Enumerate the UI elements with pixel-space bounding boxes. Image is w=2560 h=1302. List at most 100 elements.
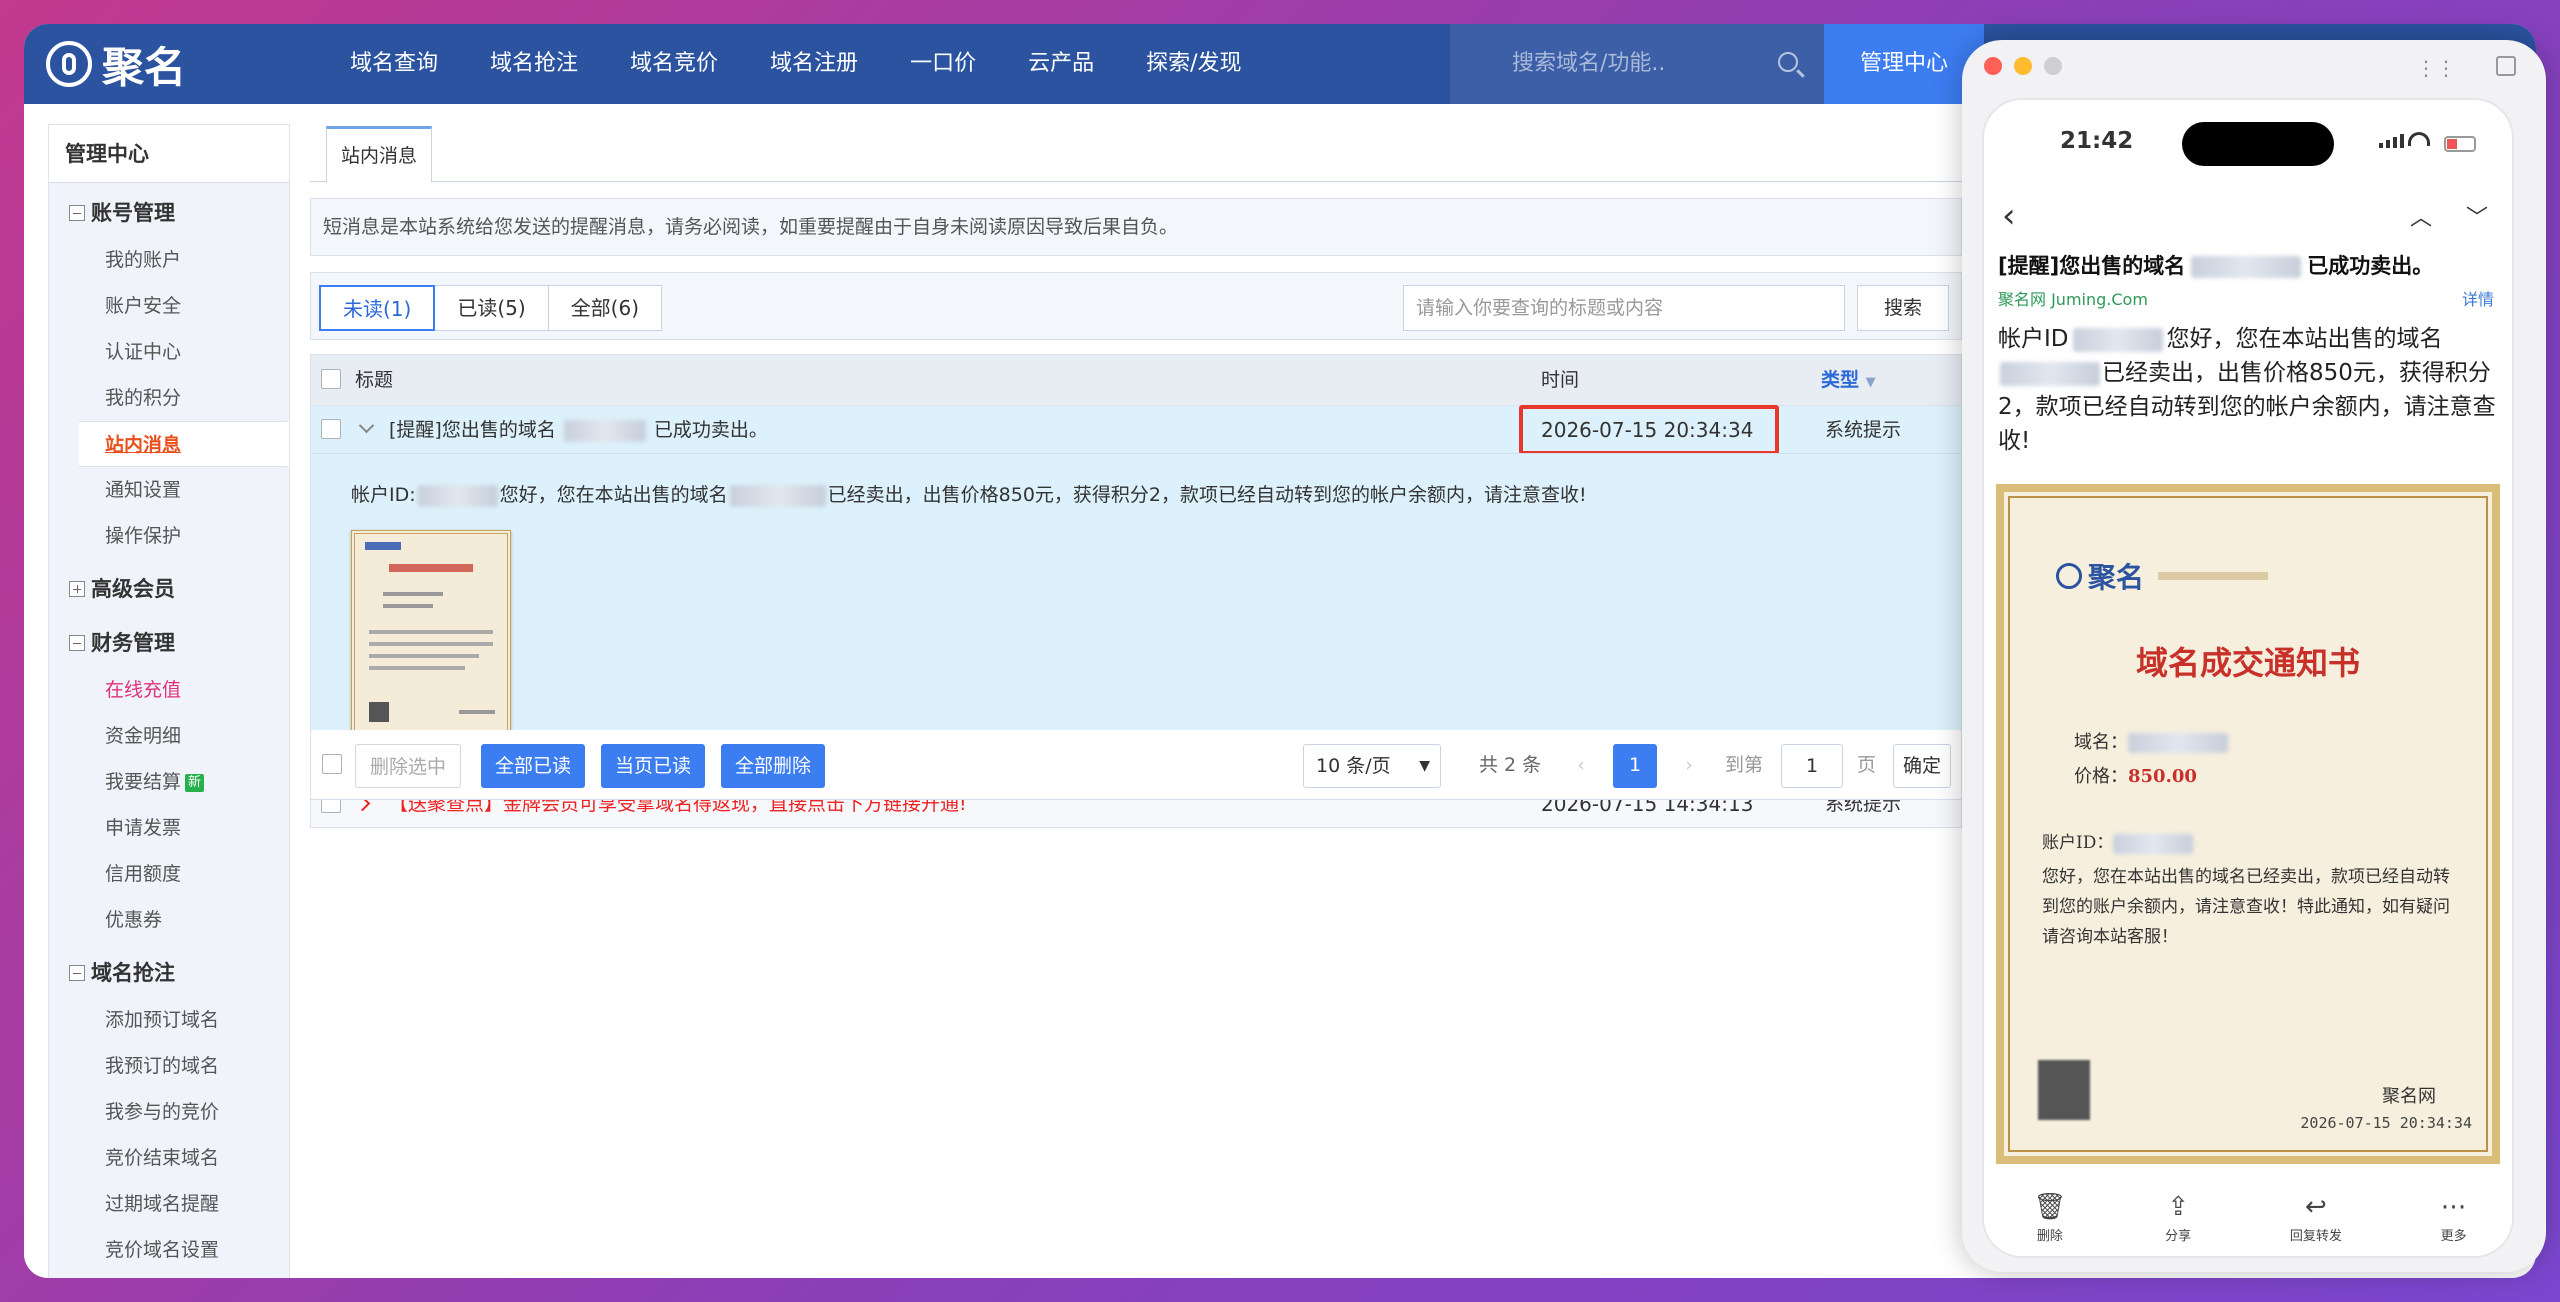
sidebar-toggle-icon[interactable] [2496, 56, 2516, 76]
sidebar-group-snapping[interactable]: 域名抢注 [49, 949, 289, 997]
thumb-line [383, 604, 433, 608]
sidebar-item-credit[interactable]: 信用额度 [49, 851, 289, 897]
sidebar-item-my-account[interactable]: 我的账户 [49, 237, 289, 283]
goto-page-input[interactable]: 1 [1781, 744, 1843, 788]
sidebar-item-add-reservation[interactable]: 添加预订域名 [49, 997, 289, 1043]
nav-item-cloud[interactable]: 云产品 [1002, 24, 1120, 104]
mail-detail-link[interactable]: 详情 [2462, 286, 2494, 310]
sidebar-item-my-bids[interactable]: 我参与的竞价 [49, 1089, 289, 1135]
sidebar-group-finance[interactable]: 财务管理 [49, 619, 289, 667]
grid-icon[interactable]: ⋮⋮ [2416, 56, 2456, 80]
goto-confirm-button[interactable]: 确定 [1893, 744, 1951, 788]
sidebar-item-fund-details[interactable]: 资金明细 [49, 713, 289, 759]
nav-search-placeholder: 搜索域名/功能.. [1512, 51, 1666, 76]
mark-all-read-button[interactable]: 全部已读 [481, 744, 586, 788]
prev-page-icon[interactable]: ‹ [1565, 744, 1597, 788]
manage-center-button[interactable]: 管理中心 [1824, 24, 1984, 104]
site-logo[interactable]: 聚名 [46, 30, 186, 98]
nav-item-domain-auction[interactable]: 域名竞价 [604, 24, 744, 104]
header-type[interactable]: 类型 ▼ [1821, 355, 1876, 408]
footer-select-all-checkbox[interactable] [322, 754, 342, 774]
next-page-icon[interactable]: › [1673, 744, 1705, 788]
tab-bar: 站内消息 [310, 124, 1962, 183]
thumb-line [369, 642, 493, 646]
filter-all[interactable]: 全部(6) [547, 285, 663, 331]
certificate-thumbnail[interactable] [351, 530, 511, 746]
sidebar-group-premium[interactable]: 高级会员 [49, 565, 289, 613]
cert-price: 850.00 [2128, 766, 2197, 787]
sidebar-item-notification-settings[interactable]: 通知设置 [49, 467, 289, 513]
row-title[interactable]: [提醒]您出售的域名 已成功卖出。 [389, 406, 768, 454]
message-search-input[interactable]: 请输入你要查询的标题或内容 [1403, 285, 1845, 331]
sidebar-item-ended-auctions[interactable]: 竞价结束域名 [49, 1135, 289, 1181]
sidebar-item-my-reservations[interactable]: 我预订的域名 [49, 1043, 289, 1089]
chevron-down-icon[interactable]: ﹀ [2466, 200, 2488, 232]
cert-date: 2026-07-15 20:34:34 [2300, 1114, 2472, 1132]
per-page-select[interactable]: 10 条/页 ▼ [1303, 744, 1441, 788]
expand-icon [69, 581, 85, 597]
message-search-button[interactable]: 搜索 [1857, 285, 1949, 331]
more-button[interactable]: ⋯ 更多 [2441, 1193, 2467, 1244]
chevron-down-icon[interactable] [358, 417, 375, 434]
reply-icon: ↩ [2304, 1191, 2327, 1222]
sidebar-item-auction-settings[interactable]: 竞价域名设置 [49, 1227, 289, 1273]
search-icon[interactable] [1778, 52, 1798, 72]
delete-button[interactable]: 🗑 删除 [2033, 1193, 2066, 1244]
share-button[interactable]: ⇪ 分享 [2165, 1193, 2191, 1244]
reply-forward-button[interactable]: ↩ 回复转发 [2290, 1193, 2342, 1244]
select-all-checkbox[interactable] [321, 369, 341, 389]
row-checkbox[interactable] [321, 419, 341, 439]
blurred-domain [563, 419, 646, 442]
sidebar-item-verification[interactable]: 认证中心 [49, 329, 289, 375]
delete-selected-button[interactable]: 删除选中 [355, 744, 462, 788]
nav-item-fixed-price[interactable]: 一口价 [884, 24, 1002, 104]
sidebar-item-coupons[interactable]: 优惠券 [49, 897, 289, 943]
trash-icon: 🗑 [2033, 1191, 2067, 1222]
certificate-image[interactable]: 聚名 域名成交通知书 域名： 价格：850.00 账户ID： 您好，您在本站出售… [1996, 484, 2500, 1164]
header-time: 时间 [1541, 369, 1580, 391]
nav-item-domain-query[interactable]: 域名查询 [324, 24, 464, 104]
thumb-line [369, 654, 479, 658]
sidebar-item-settlement[interactable]: 我要结算新 [49, 759, 289, 805]
nav-item-explore[interactable]: 探索/发现 [1120, 24, 1267, 104]
back-chevron-icon[interactable]: ‹ [2002, 196, 2016, 236]
sidebar-item-recharge[interactable]: 在线充值 [49, 667, 289, 713]
cert-logo: 聚名 [2056, 556, 2269, 596]
filter-unread[interactable]: 未读(1) [319, 285, 436, 331]
filter-read[interactable]: 已读(5) [434, 285, 549, 331]
delete-all-button[interactable]: 全部删除 [721, 744, 826, 788]
chevron-up-icon[interactable]: ︿ [2410, 200, 2432, 232]
sidebar-item-operation-protection[interactable]: 操作保护 [49, 513, 289, 559]
highlight-box [1519, 405, 1779, 455]
sidebar-group-account[interactable]: 账号管理 [49, 189, 289, 237]
header-type-label: 类型 [1821, 369, 1860, 391]
mail-sender[interactable]: 聚名网 Juming.Com [1998, 286, 2148, 310]
logo-text: 聚名 [102, 42, 187, 92]
sidebar-item-invoice[interactable]: 申请发票 [49, 805, 289, 851]
sidebar-item-expiry-reminder[interactable]: 过期域名提醒 [49, 1181, 289, 1227]
filter-bar: 未读(1) 已读(5) 全部(6) 请输入你要查询的标题或内容 搜索 [310, 272, 1962, 340]
nav-item-domain-register[interactable]: 域名注册 [744, 24, 884, 104]
sidebar-item-account-security[interactable]: 账户安全 [49, 283, 289, 329]
mark-page-read-button[interactable]: 当页已读 [601, 744, 706, 788]
page-current[interactable]: 1 [1613, 744, 1657, 788]
nav-search-input[interactable]: 搜索域名/功能.. [1450, 24, 1824, 104]
row-title-suffix: 已成功卖出。 [653, 419, 768, 441]
phone-mirror-window: ⋮⋮ 21:42 ‹ ︿ ﹀ [提醒]您出售的域名 已成功卖出。 聚名网 Jumi… [1962, 40, 2546, 1272]
close-window-icon[interactable] [1984, 57, 2002, 75]
nav-item-domain-snapping[interactable]: 域名抢注 [464, 24, 604, 104]
detail-suffix: 已经卖出，出售价格850元，获得积分2，款项已经自动转到您的帐户余额内，请注意查… [827, 484, 1587, 506]
tab-messages[interactable]: 站内消息 [326, 126, 433, 183]
collapse-icon [69, 965, 85, 981]
minimize-window-icon[interactable] [2014, 57, 2032, 75]
more-label: 更多 [2440, 1228, 2467, 1244]
blurred-domain [2000, 361, 2100, 386]
blurred-account-id [2113, 833, 2194, 854]
thumb-line [369, 666, 465, 670]
sidebar-item-messages[interactable]: 站内消息 [79, 421, 289, 467]
sidebar-title: 管理中心 [49, 125, 289, 183]
zoom-window-icon[interactable] [2044, 57, 2062, 75]
table-row[interactable]: [提醒]您出售的域名 已成功卖出。 2026-07-15 20:34:34 系统提… [311, 405, 1961, 455]
sidebar-item-points[interactable]: 我的积分 [49, 375, 289, 421]
table-header: 标题 时间 类型 ▼ [311, 355, 1961, 405]
